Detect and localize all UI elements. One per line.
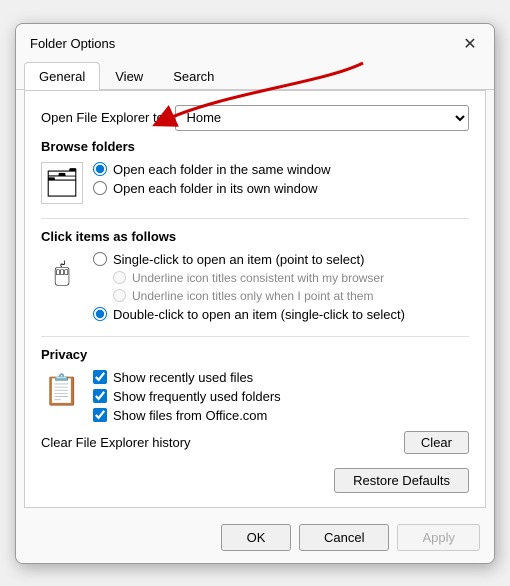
single-click-radio[interactable] [93,252,107,266]
show-frequent-folders-checkbox[interactable] [93,389,107,403]
browse-same-window-radio[interactable] [93,162,107,176]
browse-folders-title: Browse folders [41,139,469,154]
divider-1 [41,218,469,219]
show-recent-files-checkbox[interactable] [93,370,107,384]
divider-2 [41,336,469,337]
double-click-radio[interactable] [93,307,107,321]
browse-folders-section: Browse folders 🗂 Open each folder in the… [41,139,469,204]
privacy-icon-box: 📋 [41,370,83,412]
underline-point-radio [113,289,126,302]
clear-history-row: Clear File Explorer history Clear [41,431,469,454]
double-click-label: Double-click to open an item (single-cli… [113,307,405,322]
main-content: Open File Explorer to: Home This PC Quic… [24,90,486,508]
click-options-group: Single-click to open an item (point to s… [93,252,405,322]
double-click-option[interactable]: Double-click to open an item (single-cli… [93,307,405,322]
restore-defaults-row: Restore Defaults [41,468,469,493]
single-click-label: Single-click to open an item (point to s… [113,252,364,267]
privacy-title: Privacy [41,347,469,362]
tab-view[interactable]: View [100,62,158,90]
privacy-content: 📋 Show recently used files Show frequent… [41,370,469,423]
clear-button[interactable]: Clear [404,431,469,454]
folder-icon-box: 🗂 [41,162,83,204]
show-frequent-folders-label: Show frequently used folders [113,389,281,404]
show-recent-files-label: Show recently used files [113,370,253,385]
browse-own-window-option[interactable]: Open each folder in its own window [93,181,331,196]
open-file-explorer-label: Open File Explorer to: [41,110,167,125]
underline-browser-row: Underline icon titles consistent with my… [113,271,405,285]
browse-folders-content: 🗂 Open each folder in the same window Op… [41,162,469,204]
cursor-icon-box: 🖱 [41,252,83,294]
cursor-icon: 🖱 [54,257,70,289]
click-items-content: 🖱 Single-click to open an item (point to… [41,252,469,322]
tab-bar: General View Search [16,62,494,90]
show-recent-files-option[interactable]: Show recently used files [93,370,281,385]
privacy-icon: 📋 [43,373,80,408]
show-office-files-checkbox[interactable] [93,408,107,422]
folder-icon: 🗂 [44,166,80,199]
tab-search[interactable]: Search [158,62,229,90]
click-items-section: Click items as follows 🖱 Single-click to… [41,229,469,322]
show-office-files-label: Show files from Office.com [113,408,267,423]
underline-point-label: Underline icon titles only when I point … [132,289,373,303]
underline-browser-label: Underline icon titles consistent with my… [132,271,384,285]
cancel-button[interactable]: Cancel [299,524,389,551]
ok-button[interactable]: OK [221,524,291,551]
browse-own-window-label: Open each folder in its own window [113,181,318,196]
privacy-section: Privacy 📋 Show recently used files Show … [41,347,469,454]
show-office-files-option[interactable]: Show files from Office.com [93,408,281,423]
underline-browser-radio [113,271,126,284]
restore-defaults-button[interactable]: Restore Defaults [334,468,469,493]
close-button[interactable]: ✕ [458,32,482,56]
dialog-title: Folder Options [30,36,115,51]
clear-history-label: Clear File Explorer history [41,435,191,450]
apply-button[interactable]: Apply [397,524,480,551]
browse-same-window-label: Open each folder in the same window [113,162,331,177]
show-frequent-folders-option[interactable]: Show frequently used folders [93,389,281,404]
click-items-title: Click items as follows [41,229,469,244]
tab-general[interactable]: General [24,62,100,90]
dialog-footer: OK Cancel Apply [16,516,494,563]
open-file-explorer-select[interactable]: Home This PC Quick Access [175,105,469,131]
browse-radio-group: Open each folder in the same window Open… [93,162,331,196]
privacy-checkbox-group: Show recently used files Show frequently… [93,370,281,423]
single-click-option[interactable]: Single-click to open an item (point to s… [93,252,405,267]
browse-same-window-option[interactable]: Open each folder in the same window [93,162,331,177]
underline-point-row: Underline icon titles only when I point … [113,289,405,303]
browse-own-window-radio[interactable] [93,181,107,195]
open-file-explorer-row: Open File Explorer to: Home This PC Quic… [41,105,469,131]
